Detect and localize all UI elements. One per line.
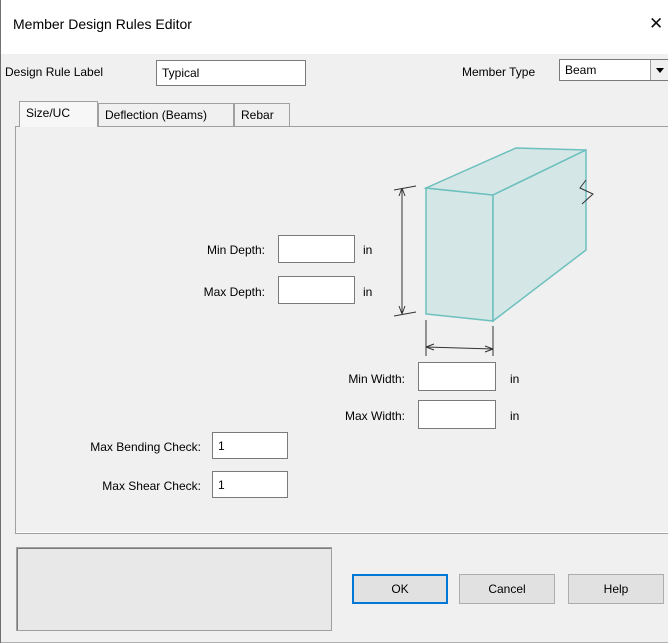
beam-section-diagram — [393, 147, 594, 356]
min-depth-label: Min Depth: — [206, 243, 265, 257]
min-width-label: Min Width: — [348, 372, 405, 386]
max-shear-check-label: Max Shear Check: — [102, 479, 201, 493]
max-width-label: Max Width: — [344, 409, 405, 423]
min-depth-input[interactable] — [278, 235, 355, 263]
width-dimension-line — [425, 346, 494, 350]
min-width-input[interactable] — [418, 362, 496, 391]
member-type-label: Member Type — [462, 65, 536, 79]
max-width-unit: in — [510, 409, 520, 423]
member-type-dropdown[interactable]: Beam — [559, 59, 668, 81]
dialog-window: Member Design Rules Editor ✕ Design Rule… — [0, 0, 668, 643]
max-depth-input[interactable] — [278, 276, 355, 304]
min-width-unit: in — [510, 372, 520, 386]
ok-button[interactable]: OK — [352, 574, 448, 604]
chevron-down-icon[interactable] — [650, 60, 668, 80]
member-type-value: Beam — [565, 63, 597, 77]
design-rule-input[interactable] — [156, 60, 306, 86]
close-button[interactable]: ✕ — [649, 9, 668, 39]
message-area — [16, 547, 332, 631]
beam-front-face — [425, 187, 494, 322]
max-shear-check-input[interactable] — [212, 471, 288, 498]
max-depth-unit: in — [363, 285, 373, 299]
design-rule-label: Design Rule Label — [5, 65, 104, 79]
max-bending-check-label: Max Bending Check: — [90, 440, 201, 454]
tab-rebar[interactable]: Rebar — [234, 103, 290, 127]
title-bar: Member Design Rules Editor ✕ — [1, 0, 668, 54]
min-depth-unit: in — [363, 243, 373, 257]
cancel-button[interactable]: Cancel — [459, 574, 555, 604]
max-depth-label: Max Depth: — [203, 285, 265, 299]
tab-size-uc[interactable]: Size/UC — [19, 101, 98, 127]
tab-deflection-beams[interactable]: Deflection (Beams) — [98, 103, 234, 127]
window-title: Member Design Rules Editor — [13, 16, 192, 32]
help-button[interactable]: Help — [568, 574, 664, 604]
max-bending-check-input[interactable] — [212, 432, 288, 459]
max-width-input[interactable] — [418, 400, 496, 429]
